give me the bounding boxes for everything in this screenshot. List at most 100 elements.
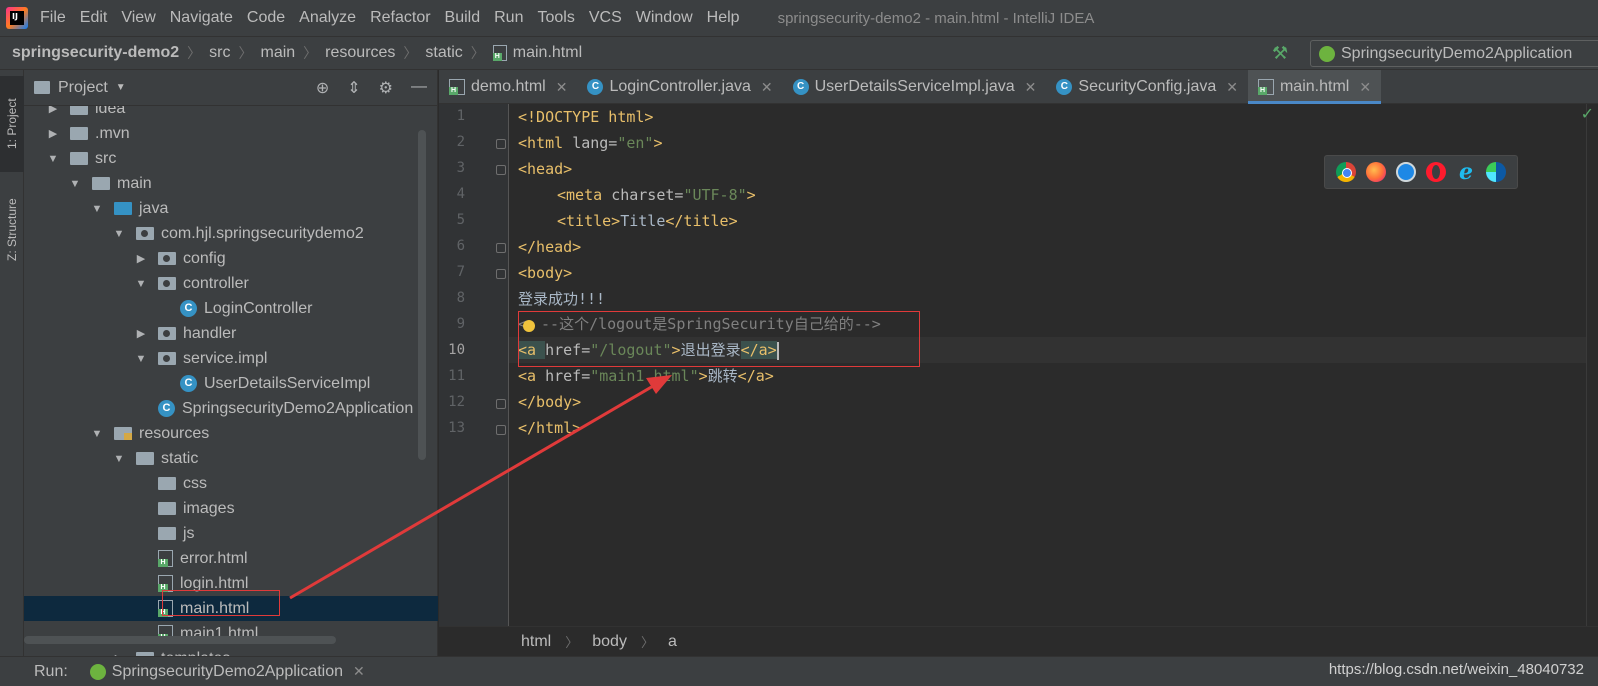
build-hammer-icon[interactable]: ⚒ [1272, 44, 1290, 62]
expand-down-icon[interactable]: ▼ [46, 153, 60, 165]
menu-view[interactable]: View [121, 9, 155, 27]
tree-item-label: main [117, 174, 152, 192]
tree-item[interactable]: ▶images [24, 496, 438, 521]
crumb-src[interactable]: src [209, 44, 230, 62]
tree-item[interactable]: ▼ resources [24, 421, 438, 446]
tree-item[interactable]: ▶error.html [24, 546, 438, 571]
tree-item[interactable]: ▶ .mvn [24, 121, 438, 146]
expand-down-icon[interactable]: ▼ [68, 178, 82, 190]
tree-item[interactable]: ▶css [24, 471, 438, 496]
tree-item-label: UserDetailsServiceImpl [204, 374, 371, 392]
tree-item[interactable]: ▼ static [24, 446, 438, 471]
crumb-main[interactable]: main [260, 44, 295, 62]
tree-item[interactable]: ▼ com.hjl.springsecuritydemo2 [24, 221, 438, 246]
editor-tab[interactable]: C SecurityConfig.java ✕ [1046, 70, 1248, 104]
expand-right-icon[interactable]: ▶ [134, 327, 148, 340]
tree-item[interactable]: ▶ config [24, 246, 438, 271]
firefox-icon[interactable] [1366, 162, 1386, 182]
expand-right-icon[interactable]: ▶ [46, 106, 60, 115]
close-icon[interactable]: ✕ [1226, 79, 1238, 96]
crumb-html[interactable]: html [521, 633, 551, 651]
menu-file[interactable]: File [40, 9, 66, 27]
fold-marker-icon[interactable] [496, 425, 506, 435]
tree-item[interactable]: ▶templates [24, 646, 438, 656]
fold-marker-icon[interactable] [496, 165, 506, 175]
left-tool-strip: 1: Project Z: Structure [0, 70, 24, 656]
expand-right-icon[interactable]: ▶ [134, 252, 148, 265]
crumb-a[interactable]: a [668, 633, 677, 651]
menu-code[interactable]: Code [247, 9, 285, 27]
menu-refactor[interactable]: Refactor [370, 9, 430, 27]
expand-down-icon[interactable]: ▼ [134, 353, 148, 365]
menu-build[interactable]: Build [445, 9, 481, 27]
editor-tab[interactable]: main.html ✕ [1247, 70, 1382, 104]
chevron-down-icon[interactable]: ▼ [116, 82, 126, 93]
folder-icon [136, 452, 154, 465]
tree-item[interactable]: ▼ src [24, 146, 438, 171]
expand-down-icon[interactable]: ▼ [90, 428, 104, 440]
menu-analyze[interactable]: Analyze [299, 9, 356, 27]
tree-item[interactable]: ▼ main [24, 171, 438, 196]
crumb-resources[interactable]: resources [325, 44, 395, 62]
close-icon[interactable]: ✕ [556, 79, 568, 96]
opera-icon[interactable] [1426, 162, 1446, 182]
ie-icon[interactable]: e [1456, 161, 1476, 183]
project-panel: Project ▼ ⊕ ⇕ ⚙ — ▶ idea ▶ .mvn ▼ src ▼ main ▼ ja… [24, 70, 438, 656]
tool-tab-project[interactable]: 1: Project [0, 76, 24, 172]
editor-tab[interactable]: demo.html ✕ [439, 70, 577, 104]
close-icon[interactable]: ✕ [1359, 79, 1371, 96]
project-view-selector[interactable]: Project [58, 79, 108, 97]
fold-marker-icon[interactable] [496, 139, 506, 149]
tree-item[interactable]: ▶CSpringsecurityDemo2Application [24, 396, 438, 421]
crumb-body[interactable]: body [592, 633, 627, 651]
safari-icon[interactable] [1396, 162, 1416, 182]
fold-marker-icon[interactable] [496, 399, 506, 409]
editor-tab[interactable]: C UserDetailsServiceImpl.java ✕ [783, 70, 1047, 104]
close-icon[interactable]: ✕ [1025, 79, 1037, 96]
expand-right-icon[interactable]: ▶ [46, 127, 60, 140]
expand-down-icon[interactable]: ▼ [90, 203, 104, 215]
tree-item[interactable]: ▼ service.impl [24, 346, 438, 371]
tree-item[interactable]: ▶CLoginController [24, 296, 438, 321]
tree-item[interactable]: ▼ java [24, 196, 438, 221]
expand-down-icon[interactable]: ▼ [112, 453, 126, 465]
editor-tab[interactable]: C LoginController.java ✕ [577, 70, 782, 104]
menu-window[interactable]: Window [636, 9, 693, 27]
tool-tab-structure[interactable]: Z: Structure [0, 178, 24, 282]
gear-icon[interactable]: ⚙ [379, 78, 393, 98]
menu-edit[interactable]: Edit [80, 9, 108, 27]
close-icon[interactable]: ✕ [761, 79, 773, 96]
edge-icon[interactable] [1486, 162, 1506, 182]
tree-item[interactable]: ▶js [24, 521, 438, 546]
check-icon[interactable]: ✓ [1581, 104, 1594, 124]
crumb-static[interactable]: static [425, 44, 462, 62]
tree-vertical-scrollbar[interactable] [418, 130, 426, 460]
collapse-all-icon[interactable]: ⇕ [347, 78, 360, 98]
chrome-icon[interactable] [1336, 162, 1356, 182]
folder-icon [158, 502, 176, 515]
menu-navigate[interactable]: Navigate [170, 9, 233, 27]
menu-tools[interactable]: Tools [537, 9, 574, 27]
tree-item[interactable]: ▶ idea [24, 106, 438, 121]
minimize-icon[interactable]: — [411, 78, 427, 98]
tree-horizontal-scrollbar[interactable] [24, 636, 336, 644]
expand-down-icon[interactable]: ▼ [112, 228, 126, 240]
class-icon: C [1056, 79, 1073, 95]
run-tab-label[interactable]: SpringsecurityDemo2Application [112, 663, 343, 681]
source-folder-icon [114, 202, 132, 215]
menu-help[interactable]: Help [707, 9, 740, 27]
menu-run[interactable]: Run [494, 9, 523, 27]
tree-item[interactable]: ▼ controller [24, 271, 438, 296]
fold-marker-icon[interactable] [496, 243, 506, 253]
fold-marker-icon[interactable] [496, 269, 506, 279]
crumb-project[interactable]: springsecurity-demo2 [12, 44, 179, 62]
close-icon[interactable]: ✕ [353, 663, 365, 680]
run-configuration-selector[interactable]: SpringsecurityDemo2Application [1310, 40, 1598, 67]
crumb-file[interactable]: main.html [513, 44, 582, 62]
menu-vcs[interactable]: VCS [589, 9, 622, 27]
locate-file-icon[interactable]: ⊕ [316, 78, 329, 98]
expand-down-icon[interactable]: ▼ [134, 278, 148, 290]
tree-item[interactable]: ▶ handler [24, 321, 438, 346]
tree-item[interactable]: ▶CUserDetailsServiceImpl [24, 371, 438, 396]
code-line-2: <html lang="en"> [518, 134, 663, 152]
